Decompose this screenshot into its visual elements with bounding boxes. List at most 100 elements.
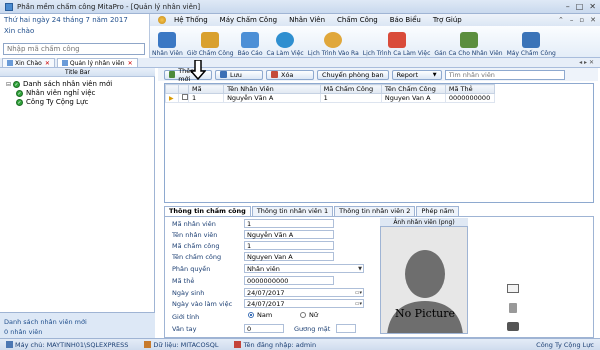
left-footer: Danh sách nhân viên mới 0 nhân viên [0,312,155,338]
toolbar: Thêm mới Lưu Xóa Chuyển phòng ban Report… [158,67,598,83]
calendar-dropdown-icon[interactable]: ▭▾ [355,300,362,308]
radio-unchecked-icon [300,312,306,318]
employee-search-input[interactable] [444,69,565,80]
cell-name[interactable]: Nguyễn Văn A [223,93,321,103]
attendance-name-label: Tên chấm công [172,253,222,261]
cell-card[interactable]: 0000000000 [444,93,496,103]
ribbon-shift-button[interactable]: Ca Làm Việc [267,32,304,57]
delete-button[interactable]: Xóa [266,69,314,80]
chevron-down-icon: ▼ [432,71,437,78]
tab-nav-icon[interactable]: ◂ ▸ ✕ [579,59,594,66]
tab-annual-leave[interactable]: Phép năm [416,206,460,216]
ribbon-minimize-button[interactable]: – [570,16,574,24]
report-dropdown[interactable]: Report ▼ [391,69,442,80]
employee-photo[interactable]: No Picture [380,218,468,334]
fingerprint-field[interactable]: 0 [244,324,284,333]
cell-code[interactable]: 1 [187,93,225,103]
col-header-code[interactable]: Mã [187,84,225,94]
ribbon-employee-button[interactable]: Nhân Viên [152,32,183,57]
ribbon-collapse-icon[interactable]: ⌃ [558,16,564,24]
card-code-field[interactable]: 0000000000 [244,276,334,285]
col-header-attendance-code[interactable]: Mã Chấm Công [319,84,382,94]
employee-grid[interactable]: Mã Tên Nhân Viên Mã Chấm Công Tên Chấm C… [164,83,594,203]
footer-list-name: Danh sách nhân viên mới [4,318,87,326]
cell-attendance-name[interactable]: Nguyen Van A [380,93,446,103]
ribbon-restore-button[interactable]: ▫ [579,16,584,24]
tree-panel [0,68,155,338]
ribbon-inout-schedule-button[interactable]: Lịch Trình Vào Ra [308,32,359,57]
calendar-dropdown-icon[interactable]: ▭▾ [355,289,362,297]
attendance-code-field[interactable]: 1 [244,241,334,250]
close-button[interactable]: ✕ [589,2,596,11]
menu-reports[interactable]: Báo Biểu [384,16,427,24]
cell-attendance-code[interactable]: 1 [319,93,382,103]
close-tab-icon[interactable]: ✕ [128,60,133,67]
grid-indicator-header [165,84,179,94]
col-header-name[interactable]: Tên Nhân Viên [223,84,321,94]
status-user: Tên đăng nhập: admin [234,341,316,349]
menu-attendance-machine[interactable]: Máy Chấm Công [214,16,283,24]
user-icon [234,341,242,348]
ribbon-shift-schedule-button[interactable]: Lịch Trình Ca Làm Việc [363,32,430,57]
table-row[interactable]: ▶ 1 Nguyễn Văn A 1 Nguyen Van A 00000000… [165,93,496,103]
employee-name-label: Tên nhân viên [172,231,218,239]
tree-item-new-employees[interactable]: ⊟ ✓ Danh sách nhân viên mới [6,80,112,88]
tab-welcome[interactable]: Xin Chào ✕ [2,58,55,67]
face-field[interactable] [336,324,356,333]
status-company: Công Ty Cộng Lực [536,340,594,349]
clock-edit-icon [201,32,220,48]
alarm-clock-icon [276,32,295,48]
tab-employee-info-1[interactable]: Thông tin nhân viên 1 [251,206,334,216]
start-date-field[interactable]: 24/07/2017 ▭▾ [244,299,364,308]
tab-employee-info-2[interactable]: Thông tin nhân viên 2 [334,206,416,216]
save-button[interactable]: Lưu [215,69,263,80]
gender-male-radio[interactable]: Nam [248,311,272,319]
transfer-department-button[interactable]: Chuyển phòng ban [317,69,389,80]
menu-employee[interactable]: Nhân Viên [283,16,331,24]
employee-icon [61,60,68,66]
row-checkbox[interactable] [177,93,189,103]
grid-check-header[interactable] [177,84,189,94]
check-circle-icon: ✓ [16,98,23,106]
open-folder-icon[interactable] [507,284,519,293]
check-circle-icon: ✓ [13,80,21,88]
tab-attendance-info[interactable]: Thông tin chấm công [164,206,251,216]
col-header-attendance-name[interactable]: Tên Chấm Công [380,84,446,94]
menu-attendance[interactable]: Chấm Công [331,16,384,24]
no-picture-text: No Picture [394,307,456,320]
maximize-button[interactable]: □ [576,2,584,11]
trash-icon[interactable] [509,303,517,313]
server-icon [6,341,13,348]
ribbon-assign-shift-button[interactable]: Gán Ca Cho Nhân Viên [434,32,503,57]
ribbon-close-button[interactable]: ✕ [590,16,596,24]
menu-help[interactable]: Trợ Giúp [427,16,468,24]
document-tabs: Xin Chào ✕ Quản lý nhân viên ✕ ◂ ▸ ✕ [0,58,600,68]
birthday-field[interactable]: 24/07/2017 ▭▾ [244,288,364,297]
menu-system[interactable]: Hệ Thống [168,16,214,24]
database-icon [144,341,152,348]
attendance-name-field[interactable]: Nguyen Van A [244,252,334,261]
start-date-label: Ngày vào làm việc [172,300,233,308]
employee-code-field[interactable]: 1 [244,219,334,228]
app-logo-icon [158,16,166,24]
window-titlebar: Phần mềm chấm công MitaPro - [Quản lý nh… [0,0,600,14]
permission-select[interactable]: Nhân viên ▼ [244,264,364,273]
tree-expander-icon[interactable]: ⊟ [6,81,11,88]
minimize-button[interactable]: – [566,2,570,11]
gender-female-radio[interactable]: Nữ [300,311,318,319]
tab-employee-management[interactable]: Quản lý nhân viên ✕ [56,58,138,67]
camera-icon[interactable] [507,322,519,331]
ribbon-machine-button[interactable]: Máy Chấm Công [507,32,556,57]
ribbon-report-button[interactable]: Báo Cáo [238,32,263,57]
detail-panel [164,216,594,338]
employee-name-field[interactable]: Nguyễn Văn A [244,230,334,239]
attendance-code-search-input[interactable] [3,43,145,55]
close-tab-icon[interactable]: ✕ [45,60,50,67]
status-bar: Máy chủ: MAYTINH01\SQLEXPRESS Dữ liệu: M… [0,338,600,350]
tree-item-resigned[interactable]: ✓ Nhân viên nghỉ việc [16,89,95,97]
birthday-label: Ngày sinh [172,289,205,297]
col-header-card[interactable]: Mã Thẻ [444,84,496,94]
tree-item-company[interactable]: ✓ Công Ty Cộng Lực [16,98,88,106]
ribbon-attendance-time-button[interactable]: Giờ Chấm Công [187,32,234,57]
photo-header: Ảnh nhân viên (png) [380,218,468,227]
